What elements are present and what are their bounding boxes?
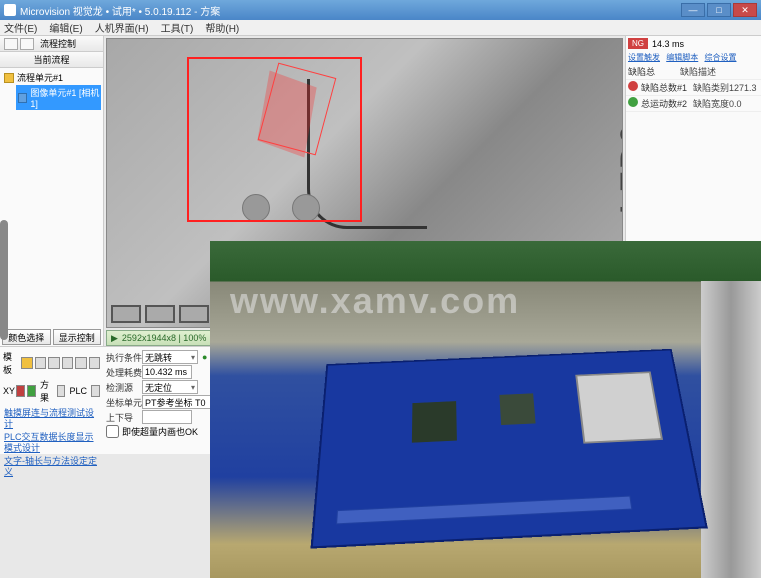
color-chip-3[interactable] bbox=[48, 357, 59, 369]
result-2-val: 缺陷宽度0.0 bbox=[693, 97, 742, 110]
set-trigger-link[interactable]: 设置触发 bbox=[628, 53, 660, 62]
p-exec-combo[interactable]: 无跳转 bbox=[142, 350, 198, 364]
menu-file[interactable]: 文件(E) bbox=[4, 20, 37, 35]
general-settings-link[interactable]: 综合设置 bbox=[704, 53, 736, 62]
machine-edge bbox=[0, 220, 8, 340]
overrange-ok-label: 即使超量内画也OK bbox=[122, 425, 198, 438]
p-updown-val[interactable] bbox=[142, 410, 192, 424]
app-icon bbox=[4, 4, 16, 16]
current-flow-text: 当前流程 bbox=[33, 53, 69, 66]
camera-icon bbox=[18, 93, 27, 103]
cpu-socket bbox=[575, 371, 663, 443]
p-src-label: 检测源 bbox=[106, 381, 142, 394]
color-chip-6[interactable] bbox=[89, 357, 100, 369]
timing-row: NG 14.3 ms bbox=[626, 36, 761, 51]
menu-help[interactable]: 帮助(H) bbox=[205, 20, 239, 35]
tree-image-unit[interactable]: 图像单元#1 [相机1] bbox=[16, 85, 101, 110]
result-row-1[interactable]: 缺陷总数#1 缺陷类别1271.3 bbox=[626, 80, 761, 96]
menu-hmi[interactable]: 人机界面(H) bbox=[95, 20, 149, 35]
chipset-2 bbox=[499, 393, 535, 425]
color-select-button[interactable]: 颜色选择 bbox=[2, 329, 51, 345]
help-link-2[interactable]: PLC交互数据长度显示模式设计 bbox=[4, 431, 100, 455]
p-exec-label: 执行条件 bbox=[106, 351, 142, 364]
result-1-val: 缺陷类别1271.3 bbox=[693, 81, 757, 94]
xy-chip-2[interactable] bbox=[27, 385, 36, 397]
close-button[interactable]: ✕ bbox=[733, 3, 757, 17]
fg-chip[interactable] bbox=[57, 385, 66, 397]
help-link-3[interactable]: 文字-轴长与方法设定定义 bbox=[4, 455, 100, 479]
error-icon bbox=[628, 81, 638, 91]
maximize-button[interactable]: □ bbox=[707, 3, 731, 17]
bottom-left-column: 模板 XY 方果 PLC 触摸屏连与流程测试设计 PLC交互数据长度显示模式设计… bbox=[0, 347, 104, 454]
panel-btn-2[interactable] bbox=[20, 38, 34, 50]
help-link-1[interactable]: 触摸屏连与流程测试设计 bbox=[4, 407, 100, 431]
color-chip-2[interactable] bbox=[35, 357, 46, 369]
tree-flow-label: 流程单元#1 bbox=[17, 71, 63, 84]
help-links: 触摸屏连与流程测试设计 PLC交互数据长度显示模式设计 文字-轴长与方法设定定义 bbox=[2, 405, 102, 481]
p-time-val: 10.432 ms bbox=[142, 365, 192, 379]
zoom-info: 2592x1944x8 | 100% bbox=[122, 333, 206, 343]
left-bottom-buttons: 颜色选择 显示控制 bbox=[0, 328, 103, 346]
result-h-key: 缺陷总 bbox=[628, 65, 680, 78]
ng-badge: NG bbox=[628, 38, 648, 49]
p-src-combo[interactable]: 无定位 bbox=[142, 380, 198, 394]
titlebar: Microvision 视觉龙 • 试用* • 5.0.19.112 - 方案 … bbox=[0, 0, 761, 20]
flow-panel-title: 流程控制 bbox=[40, 37, 76, 50]
xy-chip-1[interactable] bbox=[16, 385, 25, 397]
flow-tree: 流程单元#1 图像单元#1 [相机1] bbox=[0, 68, 103, 112]
right-links: 设置触发 编辑脚本 综合设置 bbox=[626, 51, 761, 64]
flow-panel-header: 流程控制 bbox=[0, 36, 103, 52]
result-1-key: 缺陷总数#1 bbox=[641, 81, 693, 94]
chipset-1 bbox=[412, 401, 457, 443]
tree-image-label: 图像单元#1 [相机1] bbox=[30, 86, 101, 109]
plc-label: PLC bbox=[69, 386, 87, 396]
folder-icon bbox=[4, 73, 14, 83]
play-icon[interactable]: ▶ bbox=[111, 333, 118, 344]
result-row-2[interactable]: 总运动数#2 缺陷宽度0.0 bbox=[626, 96, 761, 112]
dimm-slots bbox=[336, 496, 632, 525]
menu-edit[interactable]: 编辑(E) bbox=[49, 20, 82, 35]
menubar: 文件(E) 编辑(E) 人机界面(H) 工具(T) 帮助(H) bbox=[0, 20, 761, 36]
result-2-key: 总运动数#2 bbox=[641, 97, 693, 110]
pcb-silk-text: LED6 bbox=[614, 124, 623, 214]
p-time-label: 处理耗费 bbox=[106, 366, 142, 379]
edit-script-link[interactable]: 编辑脚本 bbox=[666, 53, 698, 62]
overrange-ok-checkbox[interactable] bbox=[106, 425, 119, 438]
rail-right bbox=[701, 281, 761, 578]
color-chip-4[interactable] bbox=[62, 357, 73, 369]
result-h-val: 缺陷描述 bbox=[680, 65, 716, 78]
menu-tools[interactable]: 工具(T) bbox=[161, 20, 194, 35]
template-label: 模板 bbox=[3, 350, 20, 376]
p-updown-label: 上下导 bbox=[106, 411, 142, 424]
ok-icon bbox=[628, 97, 638, 107]
display-ctrl-button[interactable]: 显示控制 bbox=[53, 329, 102, 345]
hardware-photo bbox=[210, 241, 761, 578]
motherboard bbox=[310, 349, 707, 549]
tree-flow-unit[interactable]: 流程单元#1 bbox=[2, 70, 101, 85]
window-title: Microvision 视觉龙 • 试用* • 5.0.19.112 - 方案 bbox=[20, 3, 220, 18]
timing-value: 14.3 ms bbox=[652, 39, 684, 49]
flow-panel: 流程控制 当前流程 流程单元#1 图像单元#1 [相机1] 颜色选择 显示控制 bbox=[0, 36, 104, 346]
plc-chip[interactable] bbox=[91, 385, 100, 397]
result-header-row: 缺陷总 缺陷描述 bbox=[626, 64, 761, 80]
fangguo-label: 方果 bbox=[40, 378, 53, 404]
color-chip-5[interactable] bbox=[75, 357, 86, 369]
panel-btn-1[interactable] bbox=[4, 38, 18, 50]
xy-label: XY bbox=[3, 386, 15, 396]
minimize-button[interactable]: — bbox=[681, 3, 705, 17]
current-flow-label: 当前流程 bbox=[0, 52, 103, 68]
p-coord-label: 坐标单元 bbox=[106, 396, 142, 409]
color-chip-1[interactable] bbox=[21, 357, 32, 369]
